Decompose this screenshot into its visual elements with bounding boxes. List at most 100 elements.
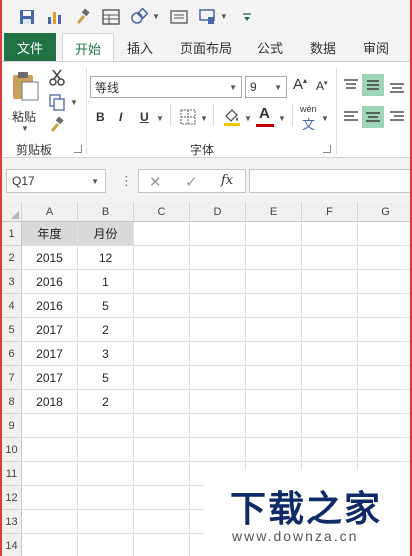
cell-g5[interactable]: [358, 318, 410, 342]
formula-input[interactable]: [249, 169, 410, 193]
cell-d8[interactable]: [190, 390, 246, 414]
shapes-icon[interactable]: [128, 6, 150, 28]
copy-icon[interactable]: [48, 93, 66, 114]
cell-a7[interactable]: 2017: [22, 366, 78, 390]
cell-b11[interactable]: [78, 462, 134, 486]
cell-f3[interactable]: [302, 270, 358, 294]
cell-e7[interactable]: [246, 366, 302, 390]
tab-home[interactable]: 开始: [62, 33, 115, 62]
format-painter-icon[interactable]: [72, 6, 94, 28]
cell-g9[interactable]: [358, 414, 410, 438]
fill-color-icon[interactable]: [222, 106, 242, 129]
cell-c6[interactable]: [134, 342, 190, 366]
cell-d10[interactable]: [190, 438, 246, 462]
screen-icon[interactable]: [196, 6, 218, 28]
cell-a8[interactable]: 2018: [22, 390, 78, 414]
cell-b12[interactable]: [78, 486, 134, 510]
cell-e6[interactable]: [246, 342, 302, 366]
chevron-down-icon[interactable]: ▼: [156, 114, 164, 123]
column-header-f[interactable]: F: [302, 202, 358, 222]
cell-f2[interactable]: [302, 246, 358, 270]
tab-page-layout[interactable]: 页面布局: [180, 33, 232, 61]
chevron-down-icon[interactable]: ▼: [200, 114, 208, 123]
cell-b5[interactable]: 2: [78, 318, 134, 342]
column-header-g[interactable]: G: [358, 202, 410, 222]
align-left-icon[interactable]: [342, 108, 360, 129]
cell-d6[interactable]: [190, 342, 246, 366]
cell-b8[interactable]: 2: [78, 390, 134, 414]
cell-c9[interactable]: [134, 414, 190, 438]
cell-g8[interactable]: [358, 390, 410, 414]
chevron-down-icon[interactable]: ▼: [152, 12, 160, 21]
column-header-b[interactable]: B: [78, 202, 134, 222]
chevron-down-icon[interactable]: ▼: [70, 98, 78, 107]
cell-b6[interactable]: 3: [78, 342, 134, 366]
cell-d9[interactable]: [190, 414, 246, 438]
tab-file[interactable]: 文件: [4, 33, 56, 61]
align-right-icon[interactable]: [388, 108, 406, 129]
cell-c10[interactable]: [134, 438, 190, 462]
cell-d1[interactable]: [190, 222, 246, 246]
cell-b7[interactable]: 5: [78, 366, 134, 390]
cell-c14[interactable]: [134, 534, 190, 556]
row-header-2[interactable]: 2: [2, 246, 22, 270]
cell-b4[interactable]: 5: [78, 294, 134, 318]
dialog-launcher-icon[interactable]: [74, 145, 82, 153]
insert-function-icon[interactable]: fx: [221, 173, 233, 188]
row-header-12[interactable]: 12: [2, 486, 22, 510]
row-header-14[interactable]: 14: [2, 534, 22, 556]
cell-d5[interactable]: [190, 318, 246, 342]
column-header-e[interactable]: E: [246, 202, 302, 222]
cell-d4[interactable]: [190, 294, 246, 318]
name-box[interactable]: Q17 ▼: [6, 169, 106, 193]
italic-button[interactable]: I: [119, 110, 122, 124]
cell-a2[interactable]: 2015: [22, 246, 78, 270]
cell-b10[interactable]: [78, 438, 134, 462]
underline-button[interactable]: U: [140, 110, 149, 124]
row-header-10[interactable]: 10: [2, 438, 22, 462]
cell-e5[interactable]: [246, 318, 302, 342]
cell-c7[interactable]: [134, 366, 190, 390]
cell-a12[interactable]: [22, 486, 78, 510]
column-header-d[interactable]: D: [190, 202, 246, 222]
cell-b3[interactable]: 1: [78, 270, 134, 294]
cell-f7[interactable]: [302, 366, 358, 390]
align-middle-icon[interactable]: [362, 74, 384, 96]
increase-font-size-icon[interactable]: A▴: [293, 76, 307, 93]
cell-a4[interactable]: 2016: [22, 294, 78, 318]
cell-a1[interactable]: 年度: [22, 222, 78, 246]
cell-c3[interactable]: [134, 270, 190, 294]
row-header-13[interactable]: 13: [2, 510, 22, 534]
cell-a5[interactable]: 2017: [22, 318, 78, 342]
cell-c4[interactable]: [134, 294, 190, 318]
cell-f9[interactable]: [302, 414, 358, 438]
row-header-9[interactable]: 9: [2, 414, 22, 438]
tab-insert[interactable]: 插入: [127, 33, 153, 61]
chevron-down-icon[interactable]: ▼: [244, 114, 252, 123]
format-painter-icon[interactable]: [48, 116, 66, 137]
cell-a9[interactable]: [22, 414, 78, 438]
decrease-font-size-icon[interactable]: A▾: [316, 79, 328, 93]
cell-a6[interactable]: 2017: [22, 342, 78, 366]
column-header-a[interactable]: A: [22, 202, 78, 222]
align-bottom-icon[interactable]: [388, 78, 406, 99]
font-size-select[interactable]: 9 ▼: [245, 76, 287, 98]
cell-a13[interactable]: [22, 510, 78, 534]
cell-a10[interactable]: [22, 438, 78, 462]
cell-e4[interactable]: [246, 294, 302, 318]
tab-data[interactable]: 数据: [310, 33, 336, 61]
cell-g2[interactable]: [358, 246, 410, 270]
cell-c2[interactable]: [134, 246, 190, 270]
cell-f5[interactable]: [302, 318, 358, 342]
cell-g3[interactable]: [358, 270, 410, 294]
row-header-7[interactable]: 7: [2, 366, 22, 390]
cell-a14[interactable]: [22, 534, 78, 556]
phonetic-guide-button[interactable]: wén 文: [300, 104, 322, 132]
cell-c13[interactable]: [134, 510, 190, 534]
chevron-down-icon[interactable]: ▼: [220, 12, 228, 21]
cell-e9[interactable]: [246, 414, 302, 438]
dialog-launcher-icon[interactable]: [323, 145, 331, 153]
cell-c5[interactable]: [134, 318, 190, 342]
cell-a11[interactable]: [22, 462, 78, 486]
save-icon[interactable]: [16, 6, 38, 28]
